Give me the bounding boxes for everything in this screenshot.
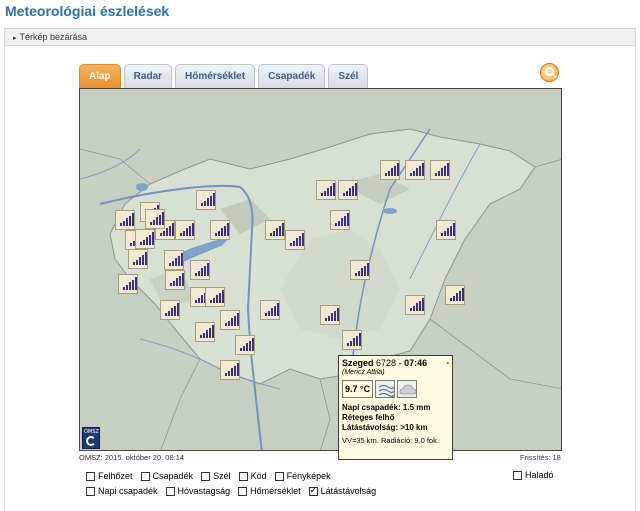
layer-hovastagsag-label: Hóvastagság — [177, 486, 231, 496]
station-marker[interactable] — [430, 160, 450, 180]
layer-csapadek-checkbox[interactable] — [140, 471, 150, 481]
station-marker[interactable] — [260, 300, 280, 320]
close-icon[interactable]: - — [446, 358, 449, 367]
data-timestamp: OMSZ: 2015. október 20. 08:14 — [79, 453, 185, 462]
station-marker[interactable] — [350, 260, 370, 280]
close-map-toggle[interactable]: ▸ Térkép bezárása — [4, 28, 636, 46]
logo-text: OMSZ — [84, 429, 99, 435]
station-id: 6728 — [376, 358, 397, 368]
layer-hovastagsag-checkbox[interactable] — [165, 486, 175, 496]
caret-right-icon: ▸ — [13, 35, 17, 42]
layer-csapadek-label: Csapadék — [152, 471, 194, 481]
station-marker[interactable] — [338, 180, 358, 200]
tab-szel[interactable]: Szél — [328, 64, 369, 88]
station-marker[interactable] — [145, 209, 165, 229]
station-marker[interactable] — [175, 220, 195, 240]
station-marker[interactable] — [160, 300, 180, 320]
station-popup: - Szeged 6728 - 07:46 (Mericz Attila) 9.… — [338, 355, 453, 460]
station-marker[interactable] — [220, 360, 240, 380]
search-icon[interactable] — [540, 63, 559, 82]
layer-szel-label: Szél — [213, 471, 231, 481]
station-marker[interactable] — [405, 295, 425, 315]
station-marker[interactable] — [128, 249, 148, 269]
tab-radar[interactable]: Radar — [123, 64, 173, 88]
page-title: Meteorológiai észlelések — [5, 3, 170, 19]
station-marker[interactable] — [436, 220, 456, 240]
layer-latastavolsag-checkbox[interactable] — [308, 485, 318, 496]
advanced-label: Haladó — [525, 470, 554, 480]
station-marker[interactable] — [330, 210, 350, 230]
close-map-label: Térkép bezárása — [19, 32, 88, 42]
layer-kod-label: Köd — [250, 471, 267, 481]
layer-options-row2: Napi csapadék Hóvastagság Hőmérséklet Lá… — [86, 484, 384, 498]
daily-precip: Napi csapadék: 1.5 mm — [342, 403, 431, 412]
station-marker[interactable] — [220, 310, 240, 330]
popup-sep: - — [398, 358, 402, 368]
layer-homerseklet-label: Hőmérséklet — [250, 486, 301, 496]
station-marker[interactable] — [405, 160, 425, 180]
station-marker[interactable] — [235, 335, 255, 355]
station-marker[interactable] — [316, 180, 336, 200]
station-marker[interactable] — [165, 270, 185, 290]
map-base — [80, 89, 561, 450]
layer-felhozet-label: Felhőzet — [98, 471, 133, 481]
station-marker[interactable] — [135, 229, 155, 249]
cloud-type: Réteges felhő — [342, 413, 395, 422]
layer-napi-csapadek-checkbox[interactable] — [86, 486, 95, 496]
extra-info: VV=35 km. Radiáció: 9.0 fok. — [342, 436, 439, 445]
station-time: 07:46 — [404, 358, 428, 368]
layer-szel-checkbox[interactable] — [201, 471, 211, 481]
tab-alap[interactable]: Alap — [79, 64, 121, 88]
layer-hovastagsag[interactable]: Hóvastagság — [165, 484, 231, 498]
layer-kod-checkbox[interactable] — [238, 471, 248, 481]
station-marker[interactable] — [320, 305, 340, 325]
station-marker[interactable] — [380, 160, 400, 180]
fog-wind-icon — [375, 380, 396, 398]
station-marker[interactable] — [195, 322, 215, 342]
layer-kod[interactable]: Köd — [238, 469, 267, 483]
layer-felhozet[interactable]: Felhőzet — [86, 469, 133, 483]
layer-napi-csapadek-label: Napi csapadék — [98, 486, 158, 496]
station-marker[interactable] — [285, 230, 305, 250]
layer-homerseklet-checkbox[interactable] — [238, 486, 248, 496]
temperature-value: 9.7 °C — [342, 380, 374, 398]
station-marker[interactable] — [190, 260, 210, 280]
station-marker[interactable] — [445, 285, 465, 305]
station-marker[interactable] — [164, 250, 184, 270]
layer-csapadek[interactable]: Csapadék — [140, 469, 194, 483]
layer-szel[interactable]: Szél — [201, 469, 231, 483]
layer-latastavolsag-label: Látástávolság — [320, 486, 377, 496]
station-marker[interactable] — [118, 274, 138, 294]
station-marker[interactable] — [205, 287, 225, 307]
popup-header: Szeged 6728 - 07:46 — [342, 358, 449, 368]
layer-fenykepek-label: Fényképek — [286, 471, 331, 481]
layer-felhozet-checkbox[interactable] — [86, 471, 95, 481]
layer-napi-csapadek[interactable]: Napi csapadék — [86, 484, 158, 498]
layer-options-row1: Felhőzet Csapadék Szél Köd Fényképek — [86, 469, 339, 483]
cloud-icon — [397, 380, 418, 398]
advanced-option[interactable]: Haladó — [513, 470, 554, 480]
tab-csapadek[interactable]: Csapadék — [258, 64, 326, 88]
weather-map[interactable]: OMSZ — [79, 88, 562, 451]
visibility: Látástávolság: >10 km — [342, 423, 428, 432]
station-marker[interactable] — [115, 210, 135, 230]
layer-latastavolsag[interactable]: Látástávolság — [308, 484, 377, 498]
omsz-logo-icon[interactable]: OMSZ — [82, 427, 100, 449]
station-marker[interactable] — [196, 190, 216, 210]
layer-fenykepek-checkbox[interactable] — [274, 471, 284, 481]
station-marker[interactable] — [265, 220, 285, 240]
station-marker[interactable] — [342, 330, 362, 350]
station-name: Szeged — [342, 358, 374, 368]
map-tabs: Alap Radar Hőmérséklet Csapadék Szél — [79, 64, 369, 88]
layer-homerseklet[interactable]: Hőmérséklet — [238, 484, 301, 498]
refresh-counter: Frissítés: 18 — [520, 453, 561, 462]
popup-weather-row: 9.7 °C — [342, 380, 449, 398]
tab-homerseklet[interactable]: Hőmérséklet — [175, 64, 256, 88]
layer-fenykepek[interactable]: Fényképek — [274, 469, 331, 483]
station-marker[interactable] — [210, 220, 230, 240]
advanced-checkbox[interactable] — [513, 470, 522, 480]
observer-name: (Mericz Attila) — [342, 369, 385, 376]
